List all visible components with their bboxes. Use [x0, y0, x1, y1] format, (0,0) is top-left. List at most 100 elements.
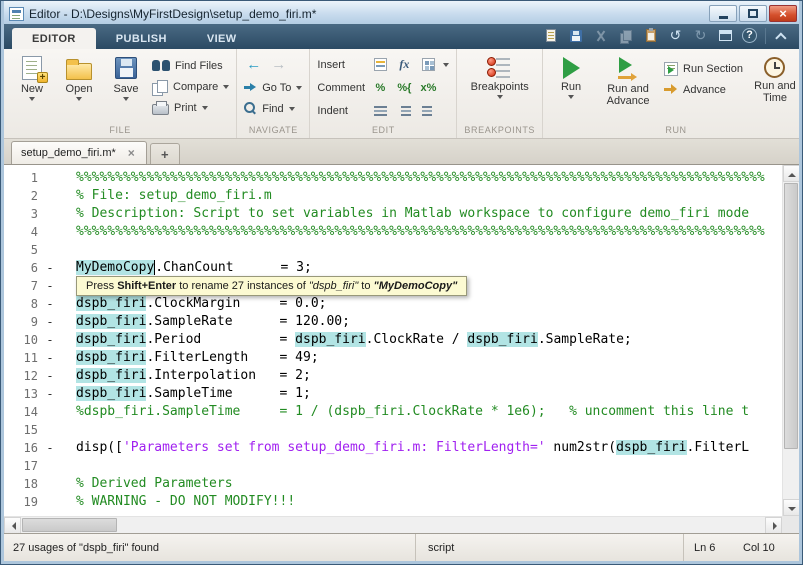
line-number[interactable]: 7 [4, 277, 38, 295]
vertical-scroll-thumb[interactable] [784, 183, 798, 449]
tab-close-icon[interactable]: × [126, 148, 137, 159]
line-number[interactable]: 8 [4, 295, 38, 313]
gutter-line[interactable]: 7- [4, 277, 68, 295]
new-dropdown-icon[interactable] [29, 97, 35, 101]
line-number[interactable]: 6 [4, 259, 38, 277]
line-number[interactable]: 11 [4, 349, 38, 367]
comment-block-button[interactable]: %{ [395, 80, 413, 96]
gutter-line[interactable]: 11- [4, 349, 68, 367]
breakpoint-dash[interactable] [38, 421, 62, 439]
qat-redo-icon[interactable]: ↻ [692, 27, 709, 44]
qat-help-icon[interactable]: ? [742, 28, 757, 43]
tab-view[interactable]: VIEW [187, 28, 257, 49]
gutter-line[interactable]: 12- [4, 367, 68, 385]
line-number[interactable]: 13 [4, 385, 38, 403]
line-number[interactable]: 18 [4, 475, 38, 493]
breakpoint-dash[interactable]: - [38, 349, 62, 367]
print-dropdown-icon[interactable] [202, 106, 208, 110]
insert-dropdown-icon[interactable] [443, 63, 449, 67]
run-button[interactable]: Run [550, 52, 592, 123]
goto-dropdown-icon[interactable] [296, 86, 302, 90]
code-line-1[interactable]: %%%%%%%%%%%%%%%%%%%%%%%%%%%%%%%%%%%%%%%%… [76, 169, 799, 187]
tab-publish[interactable]: PUBLISH [96, 28, 187, 49]
horizontal-scrollbar[interactable] [4, 516, 782, 533]
breakpoint-dash[interactable] [38, 475, 62, 493]
code-line-16[interactable]: disp(['Parameters set from setup_demo_fi… [76, 439, 799, 457]
code-line-11[interactable]: dspb_firi.FilterLength = 49; [76, 349, 799, 367]
qat-new-script-icon[interactable] [542, 27, 559, 44]
line-number[interactable]: 9 [4, 313, 38, 331]
code-line-12[interactable]: dspb_firi.Interpolation = 2; [76, 367, 799, 385]
minimize-button[interactable] [709, 5, 737, 22]
qat-copy-icon[interactable] [617, 27, 634, 44]
open-dropdown-icon[interactable] [76, 97, 82, 101]
breakpoint-dash[interactable] [38, 205, 62, 223]
gutter-line[interactable]: 4 [4, 223, 68, 241]
code-line-14[interactable]: %dspb_firi.SampleTime = 1 / (dspb_firi.C… [76, 403, 799, 421]
code-line-5[interactable] [76, 241, 799, 259]
code-line-15[interactable] [76, 421, 799, 439]
qat-cut-icon[interactable] [592, 27, 609, 44]
gutter-line[interactable]: 19 [4, 493, 68, 511]
breakpoint-dash[interactable]: - [38, 277, 62, 295]
line-number[interactable]: 19 [4, 493, 38, 511]
code-line-19[interactable]: % WARNING - DO NOT MODIFY!!! [76, 493, 799, 511]
vertical-scroll-track[interactable] [783, 182, 799, 499]
smart-indent-button[interactable] [371, 103, 389, 119]
forward-button[interactable]: → [271, 57, 286, 73]
run-section-button[interactable]: Run Section [664, 60, 743, 77]
breakpoint-dash[interactable]: - [38, 331, 62, 349]
line-number[interactable]: 14 [4, 403, 38, 421]
tab-editor[interactable]: EDITOR [12, 28, 96, 49]
gutter-line[interactable]: 14 [4, 403, 68, 421]
line-number[interactable]: 4 [4, 223, 38, 241]
advance-button[interactable]: Advance [664, 81, 743, 98]
code-area[interactable]: %%%%%%%%%%%%%%%%%%%%%%%%%%%%%%%%%%%%%%%%… [68, 165, 799, 533]
breakpoint-dash[interactable] [38, 403, 62, 421]
new-button[interactable]: + New [11, 52, 53, 123]
line-number[interactable]: 17 [4, 457, 38, 475]
run-and-advance-button[interactable]: Run and Advance [597, 52, 659, 123]
insert-function-button[interactable]: fx [395, 57, 413, 73]
comment-button[interactable]: % [371, 80, 389, 96]
breakpoints-dropdown-icon[interactable] [497, 95, 503, 99]
qat-save-icon[interactable] [567, 27, 584, 44]
code-line-2[interactable]: % File: setup_demo_firi.m [76, 187, 799, 205]
print-button[interactable]: Print [152, 99, 229, 116]
titlebar[interactable]: Editor - D:\Designs\MyFirstDesign\setup_… [4, 1, 799, 24]
new-tab-button[interactable]: + [150, 143, 180, 164]
open-button[interactable]: Open [58, 52, 100, 123]
breakpoint-dash[interactable] [38, 169, 62, 187]
breakpoint-dash[interactable] [38, 241, 62, 259]
document-tab[interactable]: setup_demo_firi.m* × [11, 141, 147, 164]
gutter-line[interactable]: 13- [4, 385, 68, 403]
breakpoint-dash[interactable] [38, 457, 62, 475]
code-line-17[interactable] [76, 457, 799, 475]
insert-section-button[interactable] [371, 57, 389, 73]
code-line-3[interactable]: % Description: Script to set variables i… [76, 205, 799, 223]
gutter-line[interactable]: 15 [4, 421, 68, 439]
line-number[interactable]: 12 [4, 367, 38, 385]
insert-block-button[interactable] [419, 57, 437, 73]
line-number[interactable]: 15 [4, 421, 38, 439]
horizontal-scroll-thumb[interactable] [22, 518, 117, 532]
code-line-6[interactable]: MyDemoCopy.ChanCount = 3; [76, 259, 799, 277]
breakpoint-dash[interactable]: - [38, 313, 62, 331]
scroll-left-button[interactable] [4, 517, 21, 533]
line-number[interactable]: 1 [4, 169, 38, 187]
code-line-18[interactable]: % Derived Parameters [76, 475, 799, 493]
qat-undo-icon[interactable]: ↺ [667, 27, 684, 44]
breakpoints-button[interactable]: Breakpoints [468, 52, 532, 123]
gutter-line[interactable]: 10- [4, 331, 68, 349]
code-line-8[interactable]: dspb_firi.ClockMargin = 0.0; [76, 295, 799, 313]
line-number[interactable]: 5 [4, 241, 38, 259]
qat-paste-icon[interactable] [642, 27, 659, 44]
find-button[interactable]: Find [244, 100, 302, 117]
gutter-line[interactable]: 8- [4, 295, 68, 313]
breakpoint-dash[interactable] [38, 223, 62, 241]
line-number[interactable]: 3 [4, 205, 38, 223]
code-line-9[interactable]: dspb_firi.SampleRate = 120.00; [76, 313, 799, 331]
scroll-up-button[interactable] [783, 165, 799, 182]
run-dropdown-icon[interactable] [568, 95, 574, 99]
line-number[interactable]: 10 [4, 331, 38, 349]
